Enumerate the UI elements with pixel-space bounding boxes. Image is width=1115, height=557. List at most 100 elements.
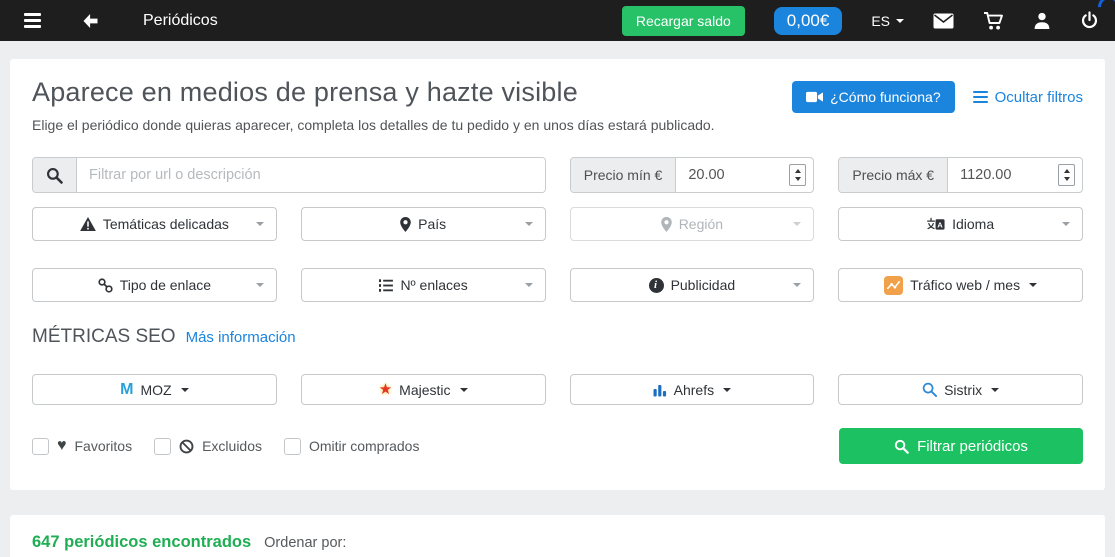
dropdown-label: Ahrefs (673, 381, 715, 398)
search-price-row: Precio mín € Precio máx € (32, 157, 1084, 193)
language-code: ES (871, 12, 890, 29)
dropdown-label: Nº enlaces (400, 277, 468, 293)
results-panel: 647 periódicos encontrados Ordenar por: (10, 515, 1105, 557)
search-icon (894, 439, 909, 454)
price-max-cell: Precio máx € (838, 157, 1084, 193)
page-header-title: Periódicos (143, 11, 218, 29)
favoritos-checkbox-item[interactable]: ♥ Favoritos (32, 437, 133, 455)
chevron-down-icon (524, 283, 533, 287)
price-min-cell: Precio mín € (569, 157, 815, 193)
price-min-label: Precio mín € (570, 158, 677, 192)
price-max-label: Precio máx € (839, 158, 949, 192)
svg-text:A: A (937, 220, 943, 229)
navbar-right-group: Recargar saldo 0,00€ ES (621, 5, 1099, 36)
excluidos-checkbox-item[interactable]: Excluidos (154, 437, 262, 455)
dropdown-ahrefs[interactable]: Ahrefs (569, 374, 815, 405)
dropdown-sistrix[interactable]: Sistrix (838, 374, 1083, 405)
filter-bars-icon (972, 90, 988, 104)
chevron-down-icon (255, 283, 264, 287)
chevron-down-icon (524, 222, 533, 226)
ban-icon (179, 439, 194, 454)
dropdown-row-2: Tipo de enlace Nº enlaces i Publicidad T… (32, 268, 1083, 302)
info-circle-icon: i (648, 277, 664, 293)
omitir-comprados-checkbox-item[interactable]: Omitir comprados (284, 437, 420, 455)
panel-header: Aparece en medios de prensa y hazte visi… (32, 77, 1083, 133)
dropdown-label: Región (678, 216, 724, 232)
chevron-down-icon (1062, 222, 1070, 226)
search-input-group (32, 157, 546, 193)
dropdown-label: Idioma (952, 216, 995, 232)
language-selector[interactable]: ES (871, 13, 904, 29)
dropdown-label: Temáticas delicadas (102, 216, 229, 232)
back-arrow-icon[interactable] (82, 13, 99, 29)
dropdown-idioma[interactable]: A Idioma (838, 207, 1083, 241)
chevron-down-icon (896, 18, 904, 23)
search-input[interactable] (77, 158, 545, 192)
majestic-star-icon: ★ (378, 381, 393, 398)
dropdown-tipo-enlace[interactable]: Tipo de enlace (32, 268, 277, 302)
hide-filters-link[interactable]: Ocultar filtros (972, 88, 1083, 106)
price-max-input[interactable] (948, 158, 1059, 192)
chevron-down-icon (793, 222, 802, 226)
dropdown-label: Sistrix (944, 381, 983, 398)
price-min-input[interactable] (676, 158, 790, 192)
dropdown-tematicas-delicadas[interactable]: Temáticas delicadas (32, 207, 277, 241)
mail-icon[interactable] (933, 13, 954, 29)
dropdown-label: Tráfico web / mes (910, 277, 1021, 293)
chevron-down-icon (991, 387, 1000, 392)
chevron-down-icon (255, 222, 264, 226)
how-it-works-button[interactable]: ¿Cómo funciona? (792, 81, 955, 113)
price-min-group: Precio mín € (569, 157, 815, 193)
favoritos-label: Favoritos (74, 438, 133, 454)
dropdown-label: País (418, 216, 447, 232)
traffic-chart-icon (884, 275, 904, 295)
chevron-down-icon (1029, 283, 1038, 287)
price-min-stepper[interactable] (789, 164, 807, 186)
dropdown-label: MOZ (140, 381, 172, 398)
heart-icon: ♥ (57, 437, 67, 454)
moz-logo-icon: M (120, 380, 134, 398)
checkbox-group: ♥ Favoritos Excluidos Omitir comprados (32, 437, 420, 455)
page-subtitle: Elige el periódico donde quieras aparece… (32, 117, 715, 133)
search-cell (32, 157, 546, 193)
chevron-down-icon (180, 387, 189, 392)
favoritos-checkbox[interactable] (32, 437, 49, 455)
filter-newspapers-button[interactable]: Filtrar periódicos (839, 428, 1083, 464)
menu-icon[interactable] (24, 13, 41, 28)
map-marker-icon (400, 216, 411, 232)
recharge-balance-button[interactable]: Recargar saldo (621, 5, 745, 36)
excluidos-checkbox[interactable] (154, 437, 172, 455)
dropdown-label: Majestic (399, 381, 451, 398)
results-header-row: 647 periódicos encontrados Ordenar por: (32, 533, 1083, 552)
more-info-link[interactable]: Más información (186, 329, 296, 346)
power-icon[interactable] (1080, 11, 1099, 30)
balance-button[interactable]: 0,00€ (773, 6, 843, 35)
cart-icon[interactable] (983, 11, 1004, 31)
ordered-list-icon (378, 278, 394, 292)
dropdown-publicidad[interactable]: i Publicidad (569, 268, 815, 302)
dropdown-num-enlaces[interactable]: Nº enlaces (300, 268, 546, 302)
chevron-down-icon (459, 387, 468, 392)
map-marker-icon (660, 216, 672, 232)
hide-filters-label: Ocultar filtros (994, 88, 1083, 106)
link-icon (98, 277, 113, 293)
panel-header-text: Aparece en medios de prensa y hazte visi… (32, 77, 715, 133)
filter-button-label: Filtrar periódicos (917, 437, 1028, 455)
dropdown-majestic[interactable]: ★ Majestic (300, 374, 546, 405)
dropdown-moz[interactable]: M MOZ (32, 374, 277, 405)
filters-panel: Aparece en medios de prensa y hazte visi… (10, 59, 1105, 490)
how-it-works-label: ¿Cómo funciona? (830, 89, 941, 105)
seo-metrics-row: M MOZ ★ Majestic Ahrefs Sistrix (32, 374, 1083, 405)
user-icon[interactable] (1033, 11, 1051, 30)
price-max-stepper[interactable] (1058, 164, 1076, 186)
filter-actions-row: ♥ Favoritos Excluidos Omitir comprados F… (32, 428, 1083, 464)
dropdown-region: Región (569, 207, 815, 241)
page-title: Aparece en medios de prensa y hazte visi… (32, 77, 578, 107)
omitir-comprados-label: Omitir comprados (309, 438, 420, 454)
dropdown-pais[interactable]: País (300, 207, 546, 241)
dropdown-trafico-web[interactable]: Tráfico web / mes (838, 268, 1083, 302)
omitir-comprados-checkbox[interactable] (284, 437, 301, 455)
top-navbar: Periódicos Recargar saldo 0,00€ ES (0, 0, 1115, 41)
price-max-group: Precio máx € (838, 157, 1084, 193)
seo-metrics-header: MÉTRICAS SEO Más información (32, 326, 1083, 348)
